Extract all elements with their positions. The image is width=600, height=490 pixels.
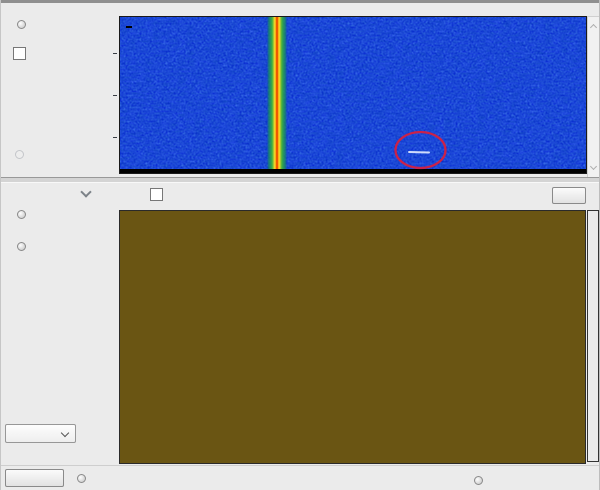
spectrogram-display[interactable]: [119, 16, 587, 174]
carrier-signal-track: [266, 17, 288, 170]
scrollbar-up-icon[interactable]: [590, 24, 597, 31]
spectrogram-scrollbar[interactable]: [587, 16, 600, 178]
show-checkbox[interactable]: ✓: [150, 188, 163, 201]
panel-splitter[interactable]: [1, 177, 600, 183]
statusbar-divider: [1, 465, 600, 466]
scrollbar-down-icon[interactable]: [590, 163, 597, 170]
knob-icon[interactable]: [17, 20, 26, 29]
knob-icon[interactable]: [17, 242, 26, 251]
window-top-border: [1, 0, 600, 3]
transient-event-mark: [409, 152, 429, 153]
knob-icon[interactable]: [77, 474, 86, 483]
spectrogram-tick: [113, 53, 117, 54]
rsa-analyzer-window: ✓: [0, 0, 600, 490]
threed-checkbox[interactable]: ✓: [13, 47, 26, 60]
density-colorbar: [587, 210, 599, 462]
spectrogram-timestamp: [126, 26, 132, 28]
knob-icon[interactable]: [17, 210, 26, 219]
knob-icon[interactable]: [474, 476, 483, 485]
chevron-down-icon: [61, 429, 69, 437]
spectrogram-tick: [113, 137, 117, 138]
knob-icon: [15, 150, 24, 159]
autoscale-button[interactable]: [5, 469, 64, 487]
spectrogram-tick: [113, 95, 117, 96]
clear-button[interactable]: [552, 187, 586, 204]
view-layout-select[interactable]: [5, 424, 76, 443]
spectrum-display[interactable]: [119, 210, 586, 464]
chevron-down-icon[interactable]: [80, 186, 91, 197]
